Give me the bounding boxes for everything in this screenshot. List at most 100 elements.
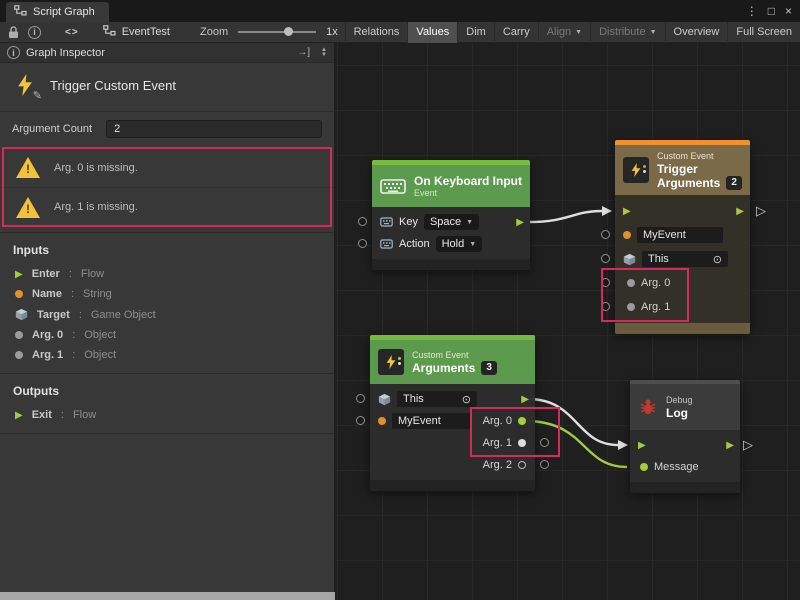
input-port-arg0: Arg. 0 : Object bbox=[0, 325, 334, 345]
arg2-output-port[interactable]: Arg. 2 bbox=[483, 459, 526, 471]
connected-port-dot[interactable] bbox=[640, 463, 648, 471]
node-trigger-custom-event[interactable]: Custom Event Trigger Arguments2 ▶ ▶ MyEv… bbox=[615, 140, 750, 334]
flow-out-port[interactable]: ▶ bbox=[516, 217, 524, 228]
graph-reference[interactable]: EventTest bbox=[103, 25, 170, 39]
action-dropdown[interactable]: Hold▼ bbox=[436, 236, 483, 252]
zoom-slider-handle[interactable] bbox=[284, 27, 293, 36]
flow-arrow-icon: ▶ bbox=[15, 410, 23, 421]
port-dot[interactable] bbox=[518, 439, 526, 447]
arg0-input-port[interactable] bbox=[601, 278, 610, 287]
chevron-down-icon: ▼ bbox=[650, 29, 657, 36]
target-input-port[interactable] bbox=[601, 254, 610, 263]
event-name-field[interactable]: MyEvent bbox=[392, 413, 472, 429]
node-header[interactable]: On Keyboard Input Event bbox=[372, 165, 530, 207]
node-category: Custom Event bbox=[657, 151, 742, 162]
chevron-down-icon: ▼ bbox=[469, 241, 476, 248]
target-picker-icon[interactable]: ⊙ bbox=[713, 253, 722, 266]
arg1-row: Arg. 1 bbox=[370, 432, 535, 454]
fullscreen-label: Full Screen bbox=[736, 26, 792, 38]
values-button[interactable]: Values bbox=[407, 22, 457, 43]
node-header[interactable]: Custom Event Trigger Arguments2 bbox=[615, 145, 750, 195]
arg1-output-port[interactable]: Arg. 1 bbox=[483, 437, 526, 449]
distribute-button[interactable]: Distribute ▼ bbox=[590, 22, 664, 43]
arg2-outer-port[interactable] bbox=[540, 460, 549, 469]
node-footer bbox=[630, 482, 740, 493]
argument-count-row: Argument Count 2 bbox=[0, 112, 334, 146]
align-button[interactable]: Align▼ bbox=[538, 22, 590, 43]
pencil-icon: ✎ bbox=[33, 89, 42, 102]
object-port-icon bbox=[627, 279, 635, 287]
relations-button[interactable]: Relations bbox=[345, 22, 408, 43]
zoom-slider-track[interactable] bbox=[238, 31, 316, 33]
node-title-line2: Arguments bbox=[657, 176, 720, 190]
node-header[interactable]: Debug Log bbox=[630, 384, 740, 430]
graph-canvas[interactable]: On Keyboard Input Event Key Space▼ ▶ Act… bbox=[335, 43, 800, 600]
arg1-row: Arg. 1 bbox=[615, 295, 750, 319]
arg1-outer-port[interactable] bbox=[540, 438, 549, 447]
zoom-slider[interactable] bbox=[238, 27, 316, 37]
zoom-label: Zoom bbox=[200, 26, 228, 38]
divider bbox=[0, 433, 334, 434]
string-port-icon bbox=[623, 231, 631, 239]
node-body: ▶ ▶ Message bbox=[630, 430, 740, 482]
keyboard-icon bbox=[380, 178, 406, 195]
chevron-down-icon: ▼ bbox=[575, 29, 582, 36]
code-view-icon[interactable]: <> bbox=[65, 27, 79, 38]
name-row: MyEvent Arg. 0 bbox=[370, 410, 535, 432]
argument-count-input[interactable]: 2 bbox=[106, 120, 322, 138]
port-name: Arg. 1 bbox=[32, 349, 63, 361]
arg2-label: Arg. 2 bbox=[483, 459, 512, 471]
node-category: Custom Event bbox=[412, 350, 497, 361]
node-debug-log[interactable]: Debug Log ▶ ▶ Message bbox=[630, 380, 740, 493]
warning-icon: ! bbox=[16, 197, 40, 218]
action-input-port[interactable] bbox=[358, 239, 367, 248]
name-input-port[interactable] bbox=[601, 230, 610, 239]
flow-out-port[interactable]: ▶ bbox=[736, 206, 744, 217]
arg0-output-port[interactable]: Arg. 0 bbox=[483, 415, 526, 427]
event-name-value: MyEvent bbox=[643, 229, 686, 241]
warning-arg1: ! Arg. 1 is missing. bbox=[0, 187, 334, 226]
node-header[interactable]: Custom Event Arguments3 bbox=[370, 340, 535, 384]
port-dot[interactable] bbox=[518, 461, 526, 469]
node-on-keyboard-input[interactable]: On Keyboard Input Event Key Space▼ ▶ Act… bbox=[372, 160, 530, 270]
port-name: Name bbox=[32, 288, 62, 300]
target-field[interactable]: This⊙ bbox=[397, 391, 477, 407]
node-title: Arguments bbox=[412, 361, 475, 375]
window-menu-icon[interactable]: ⋮ bbox=[746, 4, 758, 18]
connected-port-dot[interactable] bbox=[518, 417, 526, 425]
flow-out-port[interactable]: ▶ bbox=[726, 440, 734, 451]
window-restore-icon[interactable]: □ bbox=[768, 4, 775, 18]
warning-text: Arg. 1 is missing. bbox=[54, 201, 138, 213]
distribute-label: Distribute bbox=[599, 26, 645, 38]
key-dropdown[interactable]: Space▼ bbox=[424, 214, 479, 230]
wire-arrowhead bbox=[602, 206, 612, 216]
carry-arrow-icon: ▷ bbox=[743, 437, 753, 453]
node-body: Key Space▼ ▶ Action Hold▼ bbox=[372, 207, 530, 259]
dim-button[interactable]: Dim bbox=[457, 22, 494, 43]
cube-icon bbox=[378, 393, 391, 406]
carry-button[interactable]: Carry bbox=[494, 22, 538, 43]
dock-icon[interactable]: →] bbox=[297, 47, 310, 58]
lock-icon[interactable] bbox=[8, 26, 19, 39]
object-port-icon bbox=[627, 303, 635, 311]
window-close-icon[interactable]: × bbox=[785, 4, 792, 18]
target-field[interactable]: This⊙ bbox=[642, 251, 728, 267]
info-icon[interactable]: i bbox=[28, 26, 41, 39]
event-name-field[interactable]: MyEvent bbox=[637, 227, 723, 243]
key-input-port[interactable] bbox=[358, 217, 367, 226]
flow-row: ▶ ▶ bbox=[615, 199, 750, 223]
target-input-port[interactable] bbox=[356, 394, 365, 403]
overview-button[interactable]: Overview bbox=[665, 22, 728, 43]
node-custom-event-arguments[interactable]: Custom Event Arguments3 This⊙ ▶ MyEvent … bbox=[370, 335, 535, 491]
tab-script-graph[interactable]: Script Graph bbox=[6, 2, 109, 22]
target-picker-icon[interactable]: ⊙ bbox=[462, 393, 471, 406]
flow-in-port[interactable]: ▶ bbox=[638, 440, 646, 451]
arg1-input-port[interactable] bbox=[601, 302, 610, 311]
fullscreen-button[interactable]: Full Screen bbox=[727, 22, 800, 43]
flow-out-port[interactable]: ▶ bbox=[521, 394, 529, 405]
scroll-stepper[interactable]: ▲ ▼ bbox=[321, 48, 327, 58]
scroll-down-icon[interactable]: ▼ bbox=[321, 53, 327, 58]
flow-in-port[interactable]: ▶ bbox=[623, 206, 631, 217]
name-input-port[interactable] bbox=[356, 416, 365, 425]
node-footer bbox=[372, 259, 530, 270]
